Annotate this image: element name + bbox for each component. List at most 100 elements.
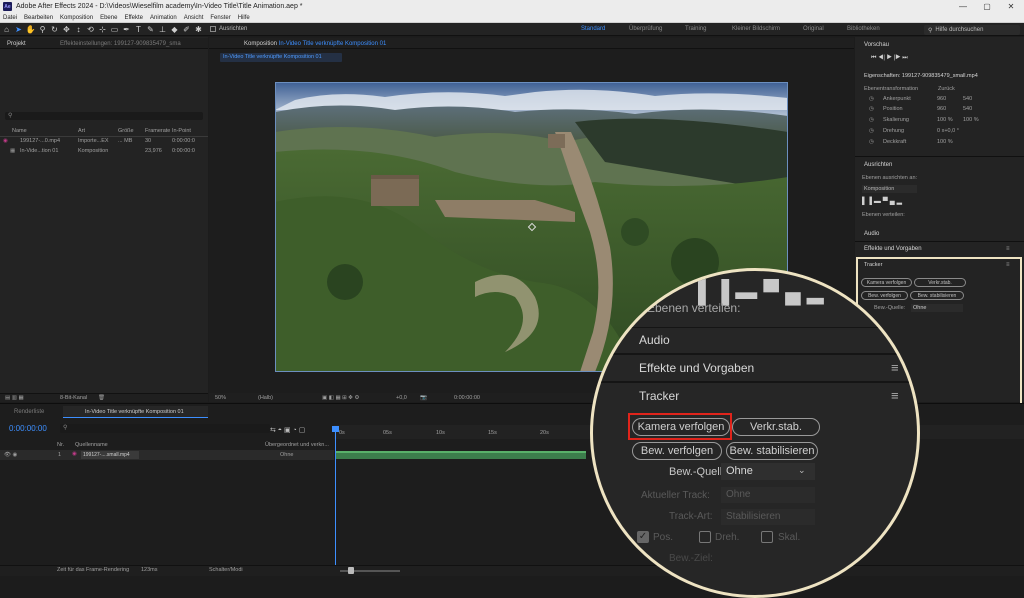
parent-dropdown[interactable]: Ohne — [280, 452, 293, 458]
col-type[interactable]: Art — [78, 128, 85, 134]
list-item[interactable]: ◉ 199127-...0.mp4 Importe...EX ... MB 30… — [0, 137, 208, 146]
puppet-icon[interactable]: ✱ — [193, 24, 204, 35]
project-search-input[interactable]: ⚲ — [5, 112, 203, 120]
prop-value[interactable]: 100 % — [937, 117, 953, 123]
panel-menu-icon[interactable]: ≡ — [891, 360, 899, 375]
warp-stabilizer-button-zoomed[interactable]: Verkr.stab. — [732, 418, 820, 436]
col-fps[interactable]: Framerate — [145, 128, 170, 134]
dolly-icon[interactable]: ↕ — [73, 24, 84, 35]
stopwatch-icon[interactable]: ◷ — [869, 128, 874, 134]
anchor-icon[interactable]: ⊹ — [97, 24, 108, 35]
audio-title-zoomed[interactable]: Audio — [639, 333, 670, 347]
align-panel-title[interactable]: Ausrichten — [864, 162, 892, 168]
position-checkbox[interactable]: ✓ — [637, 531, 649, 543]
playhead[interactable] — [335, 427, 336, 576]
tab-render-queue[interactable]: Renderliste — [14, 409, 44, 415]
hand-tool-icon[interactable]: ✋ — [25, 24, 36, 35]
col-inpoint[interactable]: In-Point — [172, 128, 191, 134]
track-motion-button-zoomed[interactable]: Bew. verfolgen — [632, 442, 722, 460]
scale-checkbox[interactable] — [761, 531, 773, 543]
exposure-value[interactable]: +0,0 — [396, 395, 407, 401]
timeline-switch-icons[interactable]: ⇆ ◓ ▣ ◔ ▢ — [270, 426, 305, 434]
prop-value[interactable]: 960 — [937, 96, 946, 102]
workspace-small-screen[interactable]: Kleiner Bildschirm — [732, 26, 780, 32]
motion-source-dropdown[interactable]: Ohne — [911, 304, 963, 312]
snapshot-icon[interactable]: 📷 — [420, 395, 427, 401]
bpc-indicator[interactable]: 8-Bit-Kanal — [60, 395, 87, 401]
align-target-dropdown[interactable]: Komposition — [862, 185, 917, 193]
home-icon[interactable]: ⌂ — [1, 24, 12, 35]
tab-timeline[interactable]: In-Video Title verknüpfte Komposition 01 — [63, 406, 208, 418]
pen-tool-icon[interactable]: ✒ — [121, 24, 132, 35]
layer-name[interactable]: 199127-....small.mp4 — [81, 451, 139, 459]
audio-panel-title[interactable]: Audio — [864, 231, 879, 237]
panel-menu-icon[interactable]: ≡ — [1006, 246, 1010, 252]
col-name[interactable]: Name — [12, 128, 27, 134]
stopwatch-icon[interactable]: ◷ — [869, 106, 874, 112]
workspace-standard[interactable]: Standard — [581, 26, 605, 32]
tracker-title[interactable]: Tracker — [864, 262, 882, 268]
brush-icon[interactable]: ✎ — [145, 24, 156, 35]
workspace-training[interactable]: Training — [685, 26, 706, 32]
workspace-review[interactable]: Überprüfung — [629, 26, 662, 32]
tab-project[interactable]: Projekt — [7, 41, 26, 47]
selection-tool-icon[interactable]: ➤ — [13, 24, 24, 35]
list-item[interactable]: ▦ In-Vide...tion 01 Komposition 23,976 0… — [0, 147, 208, 156]
panel-menu-icon[interactable]: ≡ — [1006, 262, 1010, 268]
prop-value[interactable]: 960 — [937, 106, 946, 112]
workspace-original[interactable]: Original — [803, 26, 824, 32]
rotate-icon[interactable]: ⟲ — [85, 24, 96, 35]
view-options-icons[interactable]: ▣ ◧ ▦ ⊞ ✥ ⚙ — [322, 395, 359, 401]
col-number[interactable]: Nr. — [57, 442, 64, 448]
warp-stabilizer-button[interactable]: Verkr.stab. — [914, 278, 966, 287]
stabilize-motion-button[interactable]: Bew. stabilisieren — [910, 291, 964, 300]
visibility-icon[interactable]: 👁 ◉ — [4, 452, 17, 458]
panel-menu-icon[interactable]: ≡ — [891, 388, 899, 403]
trash-icon[interactable]: 🗑 — [98, 395, 105, 401]
table-row[interactable]: 👁 ◉ 1 ◉ 199127-....small.mp4 Ohne — [0, 450, 334, 460]
comp-breadcrumb[interactable]: In-Video Title verknüpfte Komposition 01 — [220, 53, 342, 62]
timeline-search-input[interactable]: ⚲ — [60, 424, 270, 433]
prop-value[interactable]: 0 x+0,0 ° — [937, 128, 959, 134]
resolution-dropdown[interactable]: (Halb) — [258, 395, 273, 401]
menu-effekte[interactable]: Effekte — [124, 15, 143, 21]
menu-bearbeiten[interactable]: Bearbeiten — [24, 15, 53, 21]
eraser-icon[interactable]: ◆ — [169, 24, 180, 35]
menu-hilfe[interactable]: Hilfe — [238, 15, 250, 21]
zoom-slider-handle[interactable] — [348, 567, 354, 574]
align-checkbox[interactable] — [210, 26, 216, 32]
zoom-dropdown[interactable]: 50% — [215, 395, 226, 401]
timeline-timecode[interactable]: 0:00:00:00 — [9, 424, 47, 433]
interpret-footage-icon[interactable]: ▤ ▥ ▦ — [5, 395, 24, 401]
minimize-button[interactable]: — — [951, 0, 975, 13]
current-track-dropdown-zoomed[interactable]: Ohne — [721, 487, 815, 503]
col-parent[interactable]: Übergeordnet und verkn... — [265, 442, 329, 448]
close-button[interactable]: ✕ — [999, 0, 1023, 13]
tracker-title-zoomed[interactable]: Tracker — [639, 389, 679, 403]
type-tool-icon[interactable]: T — [133, 24, 144, 35]
pan-icon[interactable]: ✥ — [61, 24, 72, 35]
reset-link[interactable]: Zurück — [938, 86, 955, 92]
prop-value[interactable]: 540 — [963, 96, 972, 102]
menu-komposition[interactable]: Komposition — [60, 15, 93, 21]
stopwatch-icon[interactable]: ◷ — [869, 117, 874, 123]
prop-value[interactable]: 540 — [963, 106, 972, 112]
menu-datei[interactable]: Datei — [3, 15, 17, 21]
mask-tool-icon[interactable]: ▭ — [109, 24, 120, 35]
stopwatch-icon[interactable]: ◷ — [869, 96, 874, 102]
track-camera-button[interactable]: Kamera verfolgen — [861, 278, 912, 287]
tab-composition[interactable]: Komposition In-Video Title verknüpfte Ko… — [244, 41, 386, 47]
prop-value[interactable]: 100 % — [937, 139, 953, 145]
menu-animation[interactable]: Animation — [150, 15, 177, 21]
prop-value[interactable]: 100 % — [963, 117, 979, 123]
switches-modes-toggle[interactable]: Schalter/Modi — [209, 567, 243, 573]
playhead-handle[interactable] — [332, 426, 339, 432]
track-motion-button[interactable]: Bew. verfolgen — [861, 291, 908, 300]
viewer-timecode[interactable]: 0:00:00:00 — [454, 395, 480, 401]
effects-title-zoomed[interactable]: Effekte und Vorgaben — [639, 361, 754, 375]
col-source-name[interactable]: Quellenname — [75, 442, 108, 448]
rotation-checkbox[interactable] — [699, 531, 711, 543]
menu-ansicht[interactable]: Ansicht — [184, 15, 204, 21]
orbit-icon[interactable]: ↻ — [49, 24, 60, 35]
track-type-dropdown-zoomed[interactable]: Stabilisieren — [721, 509, 815, 525]
